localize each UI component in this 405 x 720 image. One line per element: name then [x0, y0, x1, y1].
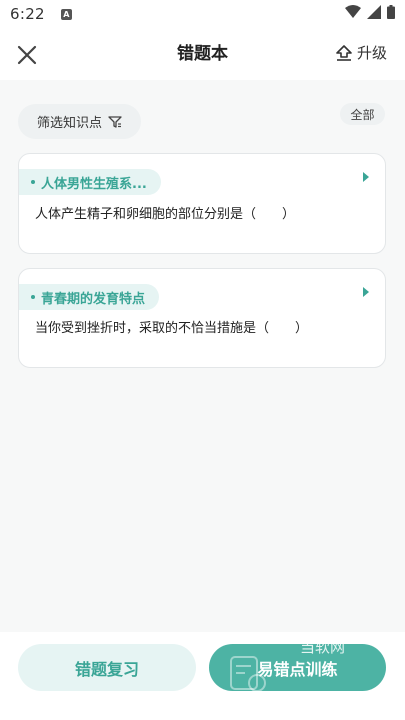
- question-text: 人体产生精子和卵细胞的部位分别是（ ）: [35, 207, 296, 222]
- watermark-logo-icon: [230, 656, 266, 692]
- status-bar: 6:22 A: [0, 0, 405, 28]
- play-arrow-icon[interactable]: [363, 172, 369, 182]
- knowledge-tag-label: 人体男性生殖系...: [41, 176, 147, 192]
- status-icons: [345, 5, 395, 19]
- notification-badge: A: [60, 8, 72, 20]
- question-text: 当你受到挫折时，采取的不恰当措施是（ ）: [35, 321, 309, 336]
- status-time: 6:22: [10, 5, 45, 23]
- knowledge-tag: 人体男性生殖系...: [19, 169, 161, 195]
- knowledge-filter-label: 筛选知识点: [36, 116, 102, 131]
- wifi-icon: [345, 5, 361, 18]
- upload-arrow-icon: [336, 44, 352, 61]
- knowledge-tag: 青春期的发育特点: [19, 284, 160, 310]
- question-card[interactable]: 青春期的发育特点 当你受到挫折时，采取的不恰当措施是（ ）: [18, 268, 386, 368]
- question-card[interactable]: 人体男性生殖系... 人体产生精子和卵细胞的部位分别是（ ）: [18, 153, 386, 254]
- signal-icon: [367, 5, 381, 19]
- all-filter-button[interactable]: 全部: [340, 103, 385, 125]
- filter-icon: [108, 115, 122, 128]
- review-mistakes-button[interactable]: 错题复习: [18, 644, 196, 691]
- upgrade-label: 升级: [356, 44, 387, 62]
- battery-icon: [387, 5, 395, 19]
- upgrade-button[interactable]: 升级: [335, 42, 387, 63]
- tag-dot: [31, 295, 35, 299]
- tag-dot: [31, 180, 35, 184]
- knowledge-filter-button[interactable]: 筛选知识点: [18, 104, 141, 139]
- play-arrow-icon[interactable]: [363, 287, 369, 297]
- watermark-text: 当软网: [300, 638, 346, 656]
- knowledge-tag-label: 青春期的发育特点: [41, 291, 146, 307]
- app-header: 错题本 升级: [0, 28, 405, 80]
